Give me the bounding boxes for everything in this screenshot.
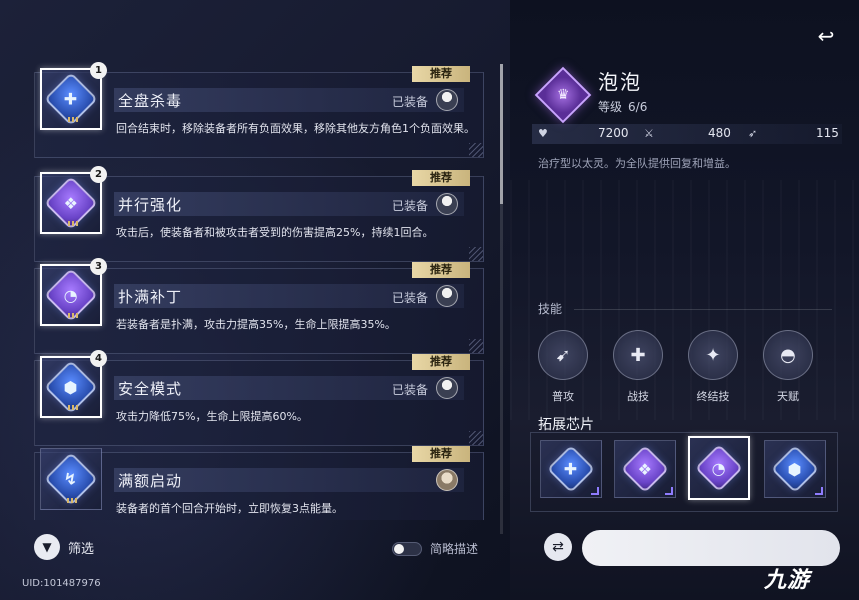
chip-card[interactable]: 推荐 ❖ 2 并行强化 已装备 攻击后，使装备者和被攻击者受到的伤害提高25%，… xyxy=(30,164,486,262)
equipped-label: 已装备 xyxy=(392,383,429,397)
toggle-switch[interactable] xyxy=(392,541,422,556)
chip-icon: ⬢ xyxy=(770,444,820,494)
hp-heart-icon: ♥ xyxy=(538,127,548,140)
chip-description: 装备者的首个回合开始时，立即恢复3点能量。 xyxy=(116,502,343,515)
recommend-badge: 推荐 xyxy=(412,262,470,278)
watermark-logo: 九游 xyxy=(764,568,811,593)
chip-name: 满额启动 xyxy=(118,472,183,490)
burst-icon: ✦ xyxy=(688,330,738,380)
brief-description-toggle[interactable]: 简略描述 xyxy=(392,540,478,557)
character-emblem-icon: ♛ xyxy=(534,66,592,124)
character-description: 治疗型以太灵。为全队提供回复和增益。 xyxy=(538,157,736,170)
chip-icon: ◔ xyxy=(694,443,744,493)
chip-number-badge: 3 xyxy=(90,258,107,275)
skills-header: 技能 xyxy=(538,302,563,316)
extension-slot-1[interactable]: ✚ xyxy=(540,440,602,498)
talent-icon: ◓ xyxy=(763,330,813,380)
scrollbar-thumb[interactable] xyxy=(500,64,503,204)
owner-avatar-icon xyxy=(436,469,458,491)
chip-name: 全盘杀毒 xyxy=(118,92,183,110)
chip-icon: ❖ xyxy=(620,444,670,494)
chip-list[interactable]: 推荐 ✚ 1 全盘杀毒 已装备 回合结束时，移除装备者所有负面效果，移除其他友方… xyxy=(30,60,490,520)
skill-talent[interactable]: ◓ 天赋 xyxy=(758,330,818,404)
confirm-button[interactable] xyxy=(582,530,840,566)
chip-number-badge: 1 xyxy=(90,62,107,79)
extension-chips-title: 拓展芯片 xyxy=(538,417,594,433)
stat-speed: 115 xyxy=(816,126,839,140)
equipped-label: 已装备 xyxy=(392,291,429,305)
chip-name: 扑满补丁 xyxy=(118,288,183,306)
chip-card[interactable]: 推荐 ⬢ 4 安全模式 已装备 攻击力降低75%，生命上限提高60%。 xyxy=(30,348,486,446)
equipped-avatar-icon xyxy=(436,377,458,399)
equipped-avatar-icon xyxy=(436,285,458,307)
equipped-label: 已装备 xyxy=(392,199,429,213)
chip-number-badge: 2 xyxy=(90,166,107,183)
skill-basic-attack[interactable]: ➹ 普攻 xyxy=(533,330,593,404)
filter-label: 筛选 xyxy=(68,541,95,557)
extension-slot-2[interactable]: ❖ xyxy=(614,440,676,498)
stats-row: ♥ 7200 ⚔ 480 ➶ 115 xyxy=(532,124,842,144)
stat-attack: 480 xyxy=(708,126,731,140)
equipped-avatar-icon xyxy=(436,193,458,215)
speed-boot-icon: ➶ xyxy=(748,127,758,140)
extension-slot-4[interactable]: ⬢ xyxy=(764,440,826,498)
chip-card[interactable]: 推荐 ✚ 1 全盘杀毒 已装备 回合结束时，移除装备者所有负面效果，移除其他友方… xyxy=(30,60,486,158)
skill-label: 终结技 xyxy=(696,390,730,403)
skill-ultimate[interactable]: ✦ 终结技 xyxy=(683,330,743,404)
back-arrow-icon[interactable]: ↩ xyxy=(814,24,838,48)
recommend-badge: 推荐 xyxy=(412,446,470,462)
skill-label: 天赋 xyxy=(777,390,799,403)
chip-card[interactable]: 推荐 ◔ 3 扑满补丁 已装备 若装备者是扑满，攻击力提高35%，生命上限提高3… xyxy=(30,256,486,354)
character-level: 等级 6/6 xyxy=(598,100,648,114)
chip-icon: ✚ xyxy=(546,444,596,494)
swap-character-icon[interactable]: ⇄ xyxy=(544,533,572,561)
recommend-badge: 推荐 xyxy=(412,354,470,370)
toggle-label: 简略描述 xyxy=(430,542,479,556)
character-name: 泡泡 xyxy=(598,70,642,94)
equipped-avatar-icon xyxy=(436,89,458,111)
equipped-label: 已装备 xyxy=(392,95,429,109)
recommend-badge: 推荐 xyxy=(412,66,470,82)
chip-name: 并行强化 xyxy=(118,196,183,214)
chip-name: 安全模式 xyxy=(118,380,183,398)
heal-cross-icon: ✚ xyxy=(613,330,663,380)
chip-description: 攻击后，使装备者和被攻击者受到的伤害提高25%，持续1回合。 xyxy=(116,226,434,239)
filter-button[interactable]: ▼ 筛选 xyxy=(34,534,94,560)
recommend-badge: 推荐 xyxy=(412,170,470,186)
extension-slot-3[interactable]: ◔ xyxy=(688,436,750,500)
skill-combat[interactable]: ✚ 战技 xyxy=(608,330,668,404)
chip-description: 若装备者是扑满，攻击力提高35%，生命上限提高35%。 xyxy=(116,318,396,331)
stat-hp: 7200 xyxy=(598,126,629,140)
chip-card[interactable]: 推荐 ↯ 满额启动 装备者的首个回合开始时，立即恢复3点能量。 xyxy=(30,440,486,520)
skill-label: 普攻 xyxy=(552,390,574,403)
chip-description: 攻击力降低75%，生命上限提高60%。 xyxy=(116,410,308,423)
chip-description: 回合结束时，移除装备者所有负面效果，移除其他友方角色1个负面效果。 xyxy=(116,122,475,135)
chip-icon-tile[interactable]: ↯ xyxy=(40,448,102,510)
attack-sword-icon: ⚔ xyxy=(644,127,654,140)
uid-label: UID:101487976 xyxy=(22,578,101,589)
skill-label: 战技 xyxy=(627,390,649,403)
slash-icon: ➹ xyxy=(538,330,588,380)
chip-number-badge: 4 xyxy=(90,350,107,367)
filter-funnel-icon: ▼ xyxy=(34,534,60,560)
